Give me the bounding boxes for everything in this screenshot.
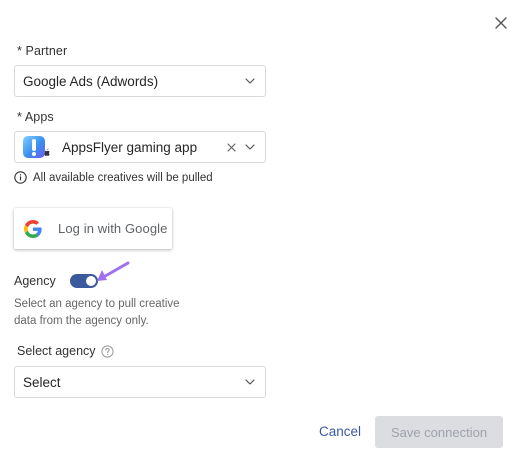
connection-dialog: * Partner Google Ads (Adwords) * Apps Ap… [0,0,526,465]
save-connection-button[interactable]: Save connection [375,416,503,448]
google-logo-icon [24,219,42,238]
agency-select-value: Select [23,374,61,390]
apps-select-value: AppsFlyer gaming app [62,139,198,155]
partner-select[interactable]: Google Ads (Adwords) [14,65,266,97]
clear-selection-icon[interactable] [224,140,238,154]
help-circle-icon[interactable] [100,344,114,358]
partner-select-value: Google Ads (Adwords) [23,73,159,89]
chevron-down-icon [244,376,256,388]
annotation-arrow-icon [97,261,130,281]
apps-label: * Apps [17,110,54,124]
agency-select[interactable]: Select [14,366,266,398]
login-with-google-label: Log in with Google [58,221,168,236]
info-icon [14,171,27,184]
apps-info-text: All available creatives will be pulled [33,171,213,184]
login-with-google-button[interactable]: Log in with Google [14,208,172,249]
select-agency-label: Select agency [17,344,96,358]
agency-label: Agency [14,274,56,288]
chevron-down-icon [244,75,256,87]
cancel-button[interactable]: Cancel [319,424,361,439]
close-button[interactable] [491,13,511,33]
agency-help-text: Select an agency to pull creative data f… [14,298,180,327]
apps-info-note: All available creatives will be pulled [14,171,213,184]
apps-select[interactable]: AppsFlyer gaming app [14,131,266,163]
appsflyer-app-icon [23,136,45,158]
chevron-down-icon [244,141,256,153]
close-icon [495,17,507,29]
partner-label: * Partner [17,44,68,58]
agency-row: Agency [14,274,98,288]
select-agency-label-row: Select agency [17,344,114,358]
